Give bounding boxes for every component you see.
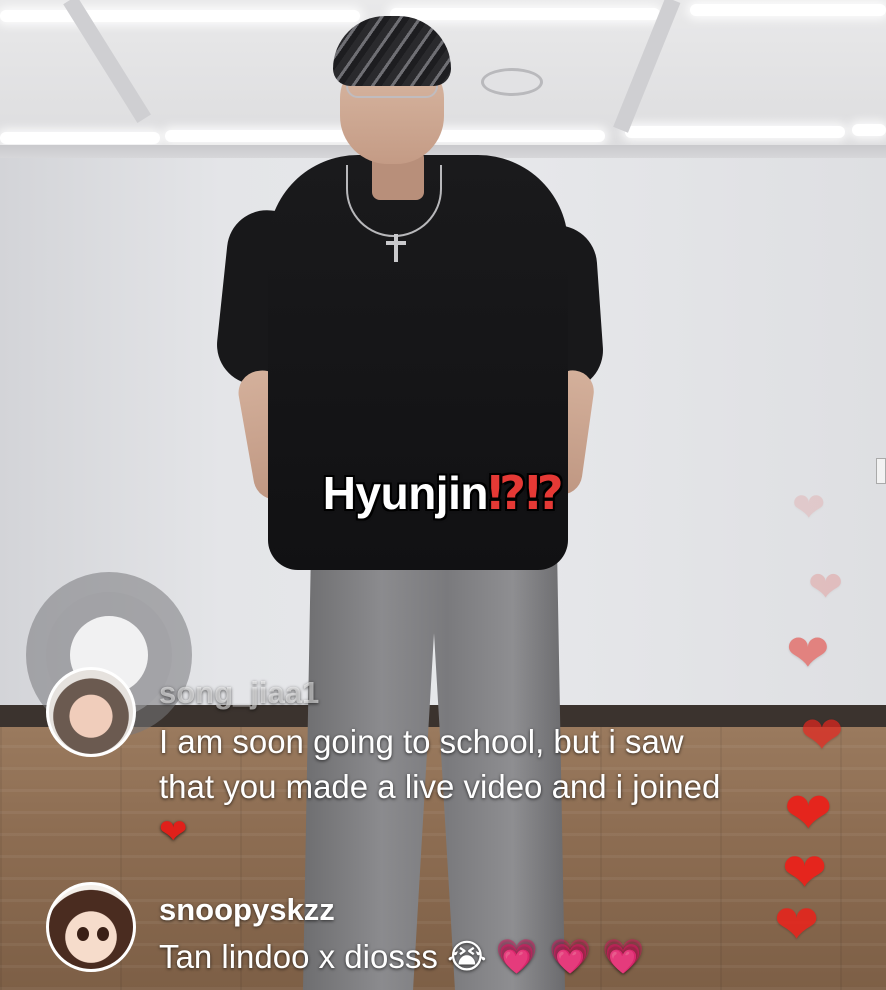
heart-icon: ❤	[792, 485, 826, 531]
heart-icon: ❤	[786, 624, 830, 684]
heart-icon: ❤	[782, 841, 828, 904]
heart-icon: ❤	[808, 562, 844, 611]
live-video-stage: Hyunjin⁉⁉ song_jiaa1 I am soon going to …	[0, 0, 886, 990]
comment-text: I am soon going to school, but i saw tha…	[159, 723, 721, 805]
cross-pendant	[394, 234, 398, 262]
heart-icon: ❤	[800, 706, 844, 766]
avatar[interactable]	[46, 667, 136, 757]
crying-face-icon: 😭	[447, 937, 487, 977]
comment-username[interactable]: song_jiaa1	[159, 675, 319, 711]
headline-caption: Hyunjin⁉⁉	[0, 466, 886, 520]
live-comment: snoopyskzz Tan lindoo x diosss 😭 💗 💗 💗	[46, 882, 746, 990]
heart-icon: ❤	[784, 779, 833, 847]
headline-name: Hyunjin	[322, 467, 489, 519]
pink-heart-icon: 💗 💗 💗	[495, 937, 645, 977]
comment-message: I am soon going to school, but i saw tha…	[159, 719, 739, 855]
beanie	[333, 16, 451, 86]
live-comment: song_jiaa1 I am soon going to school, bu…	[46, 667, 746, 867]
avatar[interactable]	[46, 882, 136, 972]
comment-text: Tan lindoo x diosss	[159, 938, 438, 975]
comment-username[interactable]: snoopyskzz	[159, 892, 335, 928]
heart-icon: ❤	[774, 893, 820, 956]
headline-marks: ⁉⁉	[487, 467, 564, 519]
heart-icon: ❤	[159, 812, 188, 852]
cross-pendant	[386, 241, 406, 245]
comment-message: Tan lindoo x diosss 😭 💗 💗 💗	[159, 934, 739, 980]
